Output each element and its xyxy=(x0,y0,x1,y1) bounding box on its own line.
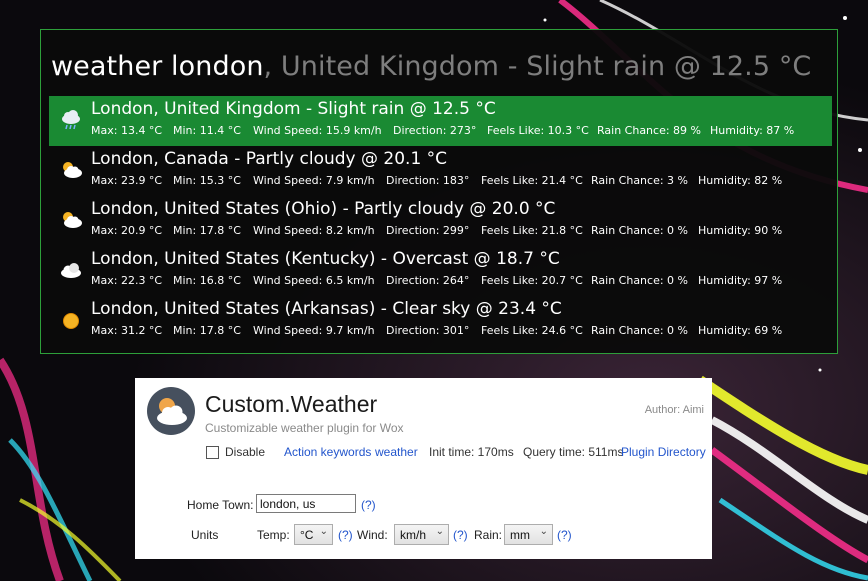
temp-label: Temp: xyxy=(257,528,290,542)
query-autocomplete: , United Kingdom - Slight rain @ 12.5 °C xyxy=(263,51,812,82)
result-list: London, United Kingdom - Slight rain @ 1… xyxy=(49,96,832,346)
wind-unit-value: km/h xyxy=(400,528,427,542)
result-max: Max: 13.4 °C xyxy=(91,124,163,137)
result-humidity: Humidity: 69 % xyxy=(698,324,783,337)
rain-unit-select[interactable]: mm ⌄ xyxy=(504,524,553,545)
result-max: Max: 22.3 °C xyxy=(91,274,163,287)
home-town-help-link[interactable]: (?) xyxy=(361,498,376,512)
result-min: Min: 17.8 °C xyxy=(173,324,241,337)
wind-label: Wind: xyxy=(357,528,388,542)
overcast-icon xyxy=(61,263,81,278)
result-item[interactable]: London, United States (Kentucky) - Overc… xyxy=(49,246,832,296)
partly-cloudy-icon xyxy=(63,162,82,178)
disable-label: Disable xyxy=(225,445,266,459)
result-title: London, United States (Arkansas) - Clear… xyxy=(91,299,562,319)
disable-checkbox[interactable] xyxy=(206,446,219,459)
result-max: Max: 20.9 °C xyxy=(91,224,163,237)
result-rain-chance: Rain Chance: 89 % xyxy=(597,124,701,137)
result-direction: Direction: 301° xyxy=(386,324,470,337)
result-min: Min: 11.4 °C xyxy=(173,124,241,137)
action-keywords-link[interactable]: Action keywords xyxy=(284,445,371,459)
wind-help-link[interactable]: (?) xyxy=(453,528,468,542)
wind-unit-select[interactable]: km/h ⌄ xyxy=(394,524,449,545)
rain-cloud-icon xyxy=(62,110,80,130)
query-input[interactable]: weather london, United Kingdom - Slight … xyxy=(51,48,811,86)
result-title: London, United States (Ohio) - Partly cl… xyxy=(91,199,556,219)
result-rain-chance: Rain Chance: 0 % xyxy=(591,324,688,337)
plugin-description: Customizable weather plugin for Wox xyxy=(205,421,404,435)
result-max: Max: 31.2 °C xyxy=(91,324,163,337)
chevron-down-icon: ⌄ xyxy=(539,526,548,537)
result-wind: Wind Speed: 9.7 km/h xyxy=(253,324,375,337)
chevron-down-icon: ⌄ xyxy=(435,526,444,537)
result-direction: Direction: 183° xyxy=(386,174,470,187)
result-rain-chance: Rain Chance: 0 % xyxy=(591,224,688,237)
result-wind: Wind Speed: 8.2 km/h xyxy=(253,224,375,237)
result-min: Min: 15.3 °C xyxy=(173,174,241,187)
action-keyword-value[interactable]: weather xyxy=(375,445,418,459)
temp-help-link[interactable]: (?) xyxy=(338,528,353,542)
plugin-name: Custom.Weather xyxy=(205,391,378,417)
temp-unit-value: °C xyxy=(300,528,314,542)
home-town-label: Home Town: xyxy=(187,498,254,512)
home-town-input[interactable] xyxy=(256,494,356,513)
result-item[interactable]: London, United States (Ohio) - Partly cl… xyxy=(49,196,832,246)
query-time: Query time: 511ms xyxy=(523,445,624,459)
partly-cloudy-icon xyxy=(63,212,82,228)
units-label: Units xyxy=(191,528,219,542)
result-item[interactable]: London, Canada - Partly cloudy @ 20.1 °C… xyxy=(49,146,832,196)
result-feels-like: Feels Like: 21.4 °C xyxy=(481,174,583,187)
chevron-down-icon: ⌄ xyxy=(319,526,328,537)
rain-help-link[interactable]: (?) xyxy=(557,528,572,542)
partly-cloudy-icon xyxy=(157,398,187,425)
result-humidity: Humidity: 87 % xyxy=(710,124,795,137)
temp-unit-select[interactable]: °C ⌄ xyxy=(294,524,333,545)
result-rain-chance: Rain Chance: 0 % xyxy=(591,274,688,287)
result-min: Min: 17.8 °C xyxy=(173,224,241,237)
query-text: weather london xyxy=(51,51,264,82)
result-title: London, United States (Kentucky) - Overc… xyxy=(91,249,560,269)
result-wind: Wind Speed: 7.9 km/h xyxy=(253,174,375,187)
result-item[interactable]: London, United Kingdom - Slight rain @ 1… xyxy=(49,96,832,146)
weather-plugin-icon xyxy=(147,387,195,435)
result-feels-like: Feels Like: 21.8 °C xyxy=(481,224,583,237)
result-item[interactable]: London, United States (Arkansas) - Clear… xyxy=(49,296,832,346)
init-time: Init time: 170ms xyxy=(429,445,514,459)
result-direction: Direction: 273° xyxy=(393,124,477,137)
plugin-directory-link[interactable]: Plugin Directory xyxy=(621,445,706,459)
result-feels-like: Feels Like: 20.7 °C xyxy=(481,274,583,287)
plugin-author: Author: Aimi xyxy=(644,404,704,416)
result-feels-like: Feels Like: 10.3 °C xyxy=(487,124,589,137)
result-min: Min: 16.8 °C xyxy=(173,274,241,287)
result-direction: Direction: 264° xyxy=(386,274,470,287)
result-wind: Wind Speed: 15.9 km/h xyxy=(253,124,382,137)
result-humidity: Humidity: 82 % xyxy=(698,174,783,187)
result-title: London, United Kingdom - Slight rain @ 1… xyxy=(91,99,496,119)
launcher-window: weather london, United Kingdom - Slight … xyxy=(40,29,838,354)
result-rain-chance: Rain Chance: 3 % xyxy=(591,174,688,187)
plugin-settings-panel: Custom.Weather Customizable weather plug… xyxy=(135,378,712,559)
sun-icon xyxy=(63,313,79,329)
result-feels-like: Feels Like: 24.6 °C xyxy=(481,324,583,337)
rain-unit-value: mm xyxy=(510,528,530,542)
result-max: Max: 23.9 °C xyxy=(91,174,163,187)
result-title: London, Canada - Partly cloudy @ 20.1 °C xyxy=(91,149,448,169)
result-wind: Wind Speed: 6.5 km/h xyxy=(253,274,375,287)
rain-label: Rain: xyxy=(474,528,503,542)
result-humidity: Humidity: 90 % xyxy=(698,224,783,237)
result-direction: Direction: 299° xyxy=(386,224,470,237)
result-humidity: Humidity: 97 % xyxy=(698,274,783,287)
